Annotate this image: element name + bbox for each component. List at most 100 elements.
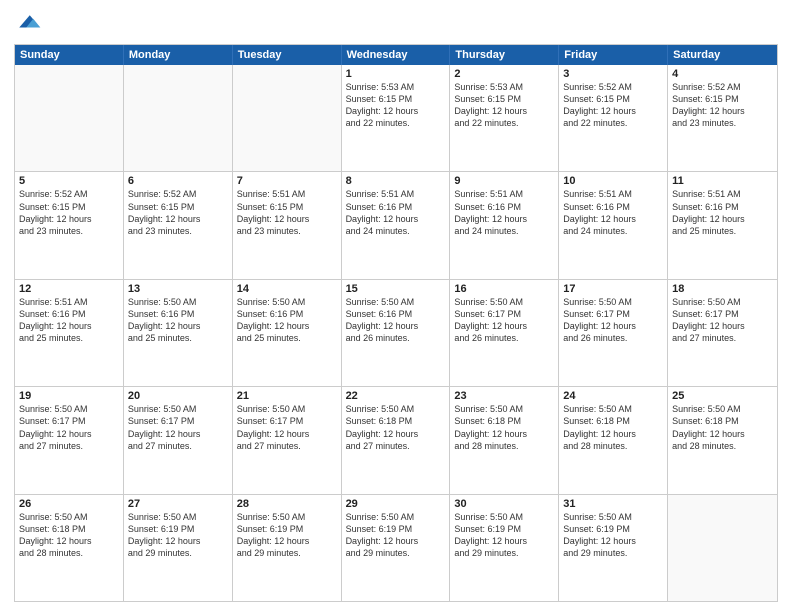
- day-info: Sunrise: 5:50 AM Sunset: 6:18 PM Dayligh…: [19, 511, 119, 560]
- day-number: 18: [672, 283, 773, 295]
- day-number: 15: [346, 283, 446, 295]
- calendar-header-thursday: Thursday: [450, 45, 559, 65]
- calendar-cell: 18Sunrise: 5:50 AM Sunset: 6:17 PM Dayli…: [668, 280, 777, 386]
- day-info: Sunrise: 5:50 AM Sunset: 6:18 PM Dayligh…: [672, 403, 773, 452]
- day-number: 16: [454, 283, 554, 295]
- calendar-body: 1Sunrise: 5:53 AM Sunset: 6:15 PM Daylig…: [15, 65, 777, 601]
- calendar-cell: 14Sunrise: 5:50 AM Sunset: 6:16 PM Dayli…: [233, 280, 342, 386]
- calendar-cell: 25Sunrise: 5:50 AM Sunset: 6:18 PM Dayli…: [668, 387, 777, 493]
- day-number: 20: [128, 390, 228, 402]
- day-number: 6: [128, 175, 228, 187]
- day-number: 27: [128, 498, 228, 510]
- calendar-cell: 20Sunrise: 5:50 AM Sunset: 6:17 PM Dayli…: [124, 387, 233, 493]
- calendar-cell: 23Sunrise: 5:50 AM Sunset: 6:18 PM Dayli…: [450, 387, 559, 493]
- day-info: Sunrise: 5:50 AM Sunset: 6:18 PM Dayligh…: [346, 403, 446, 452]
- day-info: Sunrise: 5:50 AM Sunset: 6:16 PM Dayligh…: [237, 296, 337, 345]
- calendar-week-5: 26Sunrise: 5:50 AM Sunset: 6:18 PM Dayli…: [15, 494, 777, 601]
- day-number: 8: [346, 175, 446, 187]
- day-number: 26: [19, 498, 119, 510]
- logo: [14, 10, 46, 38]
- day-number: 29: [346, 498, 446, 510]
- logo-icon: [14, 10, 42, 38]
- day-number: 13: [128, 283, 228, 295]
- calendar-cell: [15, 65, 124, 171]
- calendar-cell: 15Sunrise: 5:50 AM Sunset: 6:16 PM Dayli…: [342, 280, 451, 386]
- page: SundayMondayTuesdayWednesdayThursdayFrid…: [0, 0, 792, 612]
- day-number: 1: [346, 68, 446, 80]
- day-number: 19: [19, 390, 119, 402]
- calendar-cell: 27Sunrise: 5:50 AM Sunset: 6:19 PM Dayli…: [124, 495, 233, 601]
- calendar: SundayMondayTuesdayWednesdayThursdayFrid…: [14, 44, 778, 602]
- day-info: Sunrise: 5:51 AM Sunset: 6:16 PM Dayligh…: [454, 188, 554, 237]
- day-number: 24: [563, 390, 663, 402]
- calendar-cell: [233, 65, 342, 171]
- calendar-cell: [124, 65, 233, 171]
- day-number: 14: [237, 283, 337, 295]
- day-info: Sunrise: 5:51 AM Sunset: 6:16 PM Dayligh…: [563, 188, 663, 237]
- calendar-cell: 17Sunrise: 5:50 AM Sunset: 6:17 PM Dayli…: [559, 280, 668, 386]
- day-info: Sunrise: 5:50 AM Sunset: 6:17 PM Dayligh…: [237, 403, 337, 452]
- day-info: Sunrise: 5:50 AM Sunset: 6:16 PM Dayligh…: [346, 296, 446, 345]
- calendar-header-row: SundayMondayTuesdayWednesdayThursdayFrid…: [15, 45, 777, 65]
- calendar-cell: 13Sunrise: 5:50 AM Sunset: 6:16 PM Dayli…: [124, 280, 233, 386]
- day-number: 4: [672, 68, 773, 80]
- day-info: Sunrise: 5:50 AM Sunset: 6:19 PM Dayligh…: [346, 511, 446, 560]
- calendar-cell: 7Sunrise: 5:51 AM Sunset: 6:15 PM Daylig…: [233, 172, 342, 278]
- day-info: Sunrise: 5:50 AM Sunset: 6:19 PM Dayligh…: [237, 511, 337, 560]
- day-info: Sunrise: 5:50 AM Sunset: 6:18 PM Dayligh…: [454, 403, 554, 452]
- day-info: Sunrise: 5:50 AM Sunset: 6:17 PM Dayligh…: [563, 296, 663, 345]
- calendar-cell: 30Sunrise: 5:50 AM Sunset: 6:19 PM Dayli…: [450, 495, 559, 601]
- day-info: Sunrise: 5:50 AM Sunset: 6:17 PM Dayligh…: [128, 403, 228, 452]
- calendar-cell: 29Sunrise: 5:50 AM Sunset: 6:19 PM Dayli…: [342, 495, 451, 601]
- day-info: Sunrise: 5:50 AM Sunset: 6:16 PM Dayligh…: [128, 296, 228, 345]
- calendar-cell: 24Sunrise: 5:50 AM Sunset: 6:18 PM Dayli…: [559, 387, 668, 493]
- day-number: 3: [563, 68, 663, 80]
- calendar-cell: 6Sunrise: 5:52 AM Sunset: 6:15 PM Daylig…: [124, 172, 233, 278]
- calendar-header-monday: Monday: [124, 45, 233, 65]
- calendar-header-tuesday: Tuesday: [233, 45, 342, 65]
- day-number: 9: [454, 175, 554, 187]
- calendar-cell: 19Sunrise: 5:50 AM Sunset: 6:17 PM Dayli…: [15, 387, 124, 493]
- calendar-cell: 11Sunrise: 5:51 AM Sunset: 6:16 PM Dayli…: [668, 172, 777, 278]
- calendar-header-saturday: Saturday: [668, 45, 777, 65]
- day-info: Sunrise: 5:51 AM Sunset: 6:16 PM Dayligh…: [346, 188, 446, 237]
- calendar-cell: 28Sunrise: 5:50 AM Sunset: 6:19 PM Dayli…: [233, 495, 342, 601]
- calendar-week-4: 19Sunrise: 5:50 AM Sunset: 6:17 PM Dayli…: [15, 386, 777, 493]
- calendar-week-1: 1Sunrise: 5:53 AM Sunset: 6:15 PM Daylig…: [15, 65, 777, 171]
- calendar-cell: 16Sunrise: 5:50 AM Sunset: 6:17 PM Dayli…: [450, 280, 559, 386]
- calendar-header-sunday: Sunday: [15, 45, 124, 65]
- calendar-cell: 9Sunrise: 5:51 AM Sunset: 6:16 PM Daylig…: [450, 172, 559, 278]
- calendar-cell: 21Sunrise: 5:50 AM Sunset: 6:17 PM Dayli…: [233, 387, 342, 493]
- day-info: Sunrise: 5:52 AM Sunset: 6:15 PM Dayligh…: [128, 188, 228, 237]
- day-info: Sunrise: 5:53 AM Sunset: 6:15 PM Dayligh…: [346, 81, 446, 130]
- calendar-cell: 4Sunrise: 5:52 AM Sunset: 6:15 PM Daylig…: [668, 65, 777, 171]
- calendar-cell: 26Sunrise: 5:50 AM Sunset: 6:18 PM Dayli…: [15, 495, 124, 601]
- day-number: 5: [19, 175, 119, 187]
- day-info: Sunrise: 5:50 AM Sunset: 6:17 PM Dayligh…: [19, 403, 119, 452]
- calendar-cell: 12Sunrise: 5:51 AM Sunset: 6:16 PM Dayli…: [15, 280, 124, 386]
- day-info: Sunrise: 5:51 AM Sunset: 6:15 PM Dayligh…: [237, 188, 337, 237]
- day-number: 12: [19, 283, 119, 295]
- day-number: 31: [563, 498, 663, 510]
- day-number: 25: [672, 390, 773, 402]
- day-number: 30: [454, 498, 554, 510]
- calendar-cell: 10Sunrise: 5:51 AM Sunset: 6:16 PM Dayli…: [559, 172, 668, 278]
- day-info: Sunrise: 5:52 AM Sunset: 6:15 PM Dayligh…: [19, 188, 119, 237]
- day-info: Sunrise: 5:51 AM Sunset: 6:16 PM Dayligh…: [672, 188, 773, 237]
- calendar-cell: 8Sunrise: 5:51 AM Sunset: 6:16 PM Daylig…: [342, 172, 451, 278]
- calendar-week-3: 12Sunrise: 5:51 AM Sunset: 6:16 PM Dayli…: [15, 279, 777, 386]
- calendar-cell: 3Sunrise: 5:52 AM Sunset: 6:15 PM Daylig…: [559, 65, 668, 171]
- day-info: Sunrise: 5:50 AM Sunset: 6:17 PM Dayligh…: [454, 296, 554, 345]
- day-info: Sunrise: 5:53 AM Sunset: 6:15 PM Dayligh…: [454, 81, 554, 130]
- calendar-header-wednesday: Wednesday: [342, 45, 451, 65]
- day-number: 10: [563, 175, 663, 187]
- day-info: Sunrise: 5:50 AM Sunset: 6:19 PM Dayligh…: [563, 511, 663, 560]
- header: [14, 10, 778, 38]
- calendar-week-2: 5Sunrise: 5:52 AM Sunset: 6:15 PM Daylig…: [15, 171, 777, 278]
- calendar-cell: [668, 495, 777, 601]
- day-info: Sunrise: 5:50 AM Sunset: 6:17 PM Dayligh…: [672, 296, 773, 345]
- day-number: 17: [563, 283, 663, 295]
- day-number: 11: [672, 175, 773, 187]
- calendar-cell: 2Sunrise: 5:53 AM Sunset: 6:15 PM Daylig…: [450, 65, 559, 171]
- day-info: Sunrise: 5:52 AM Sunset: 6:15 PM Dayligh…: [672, 81, 773, 130]
